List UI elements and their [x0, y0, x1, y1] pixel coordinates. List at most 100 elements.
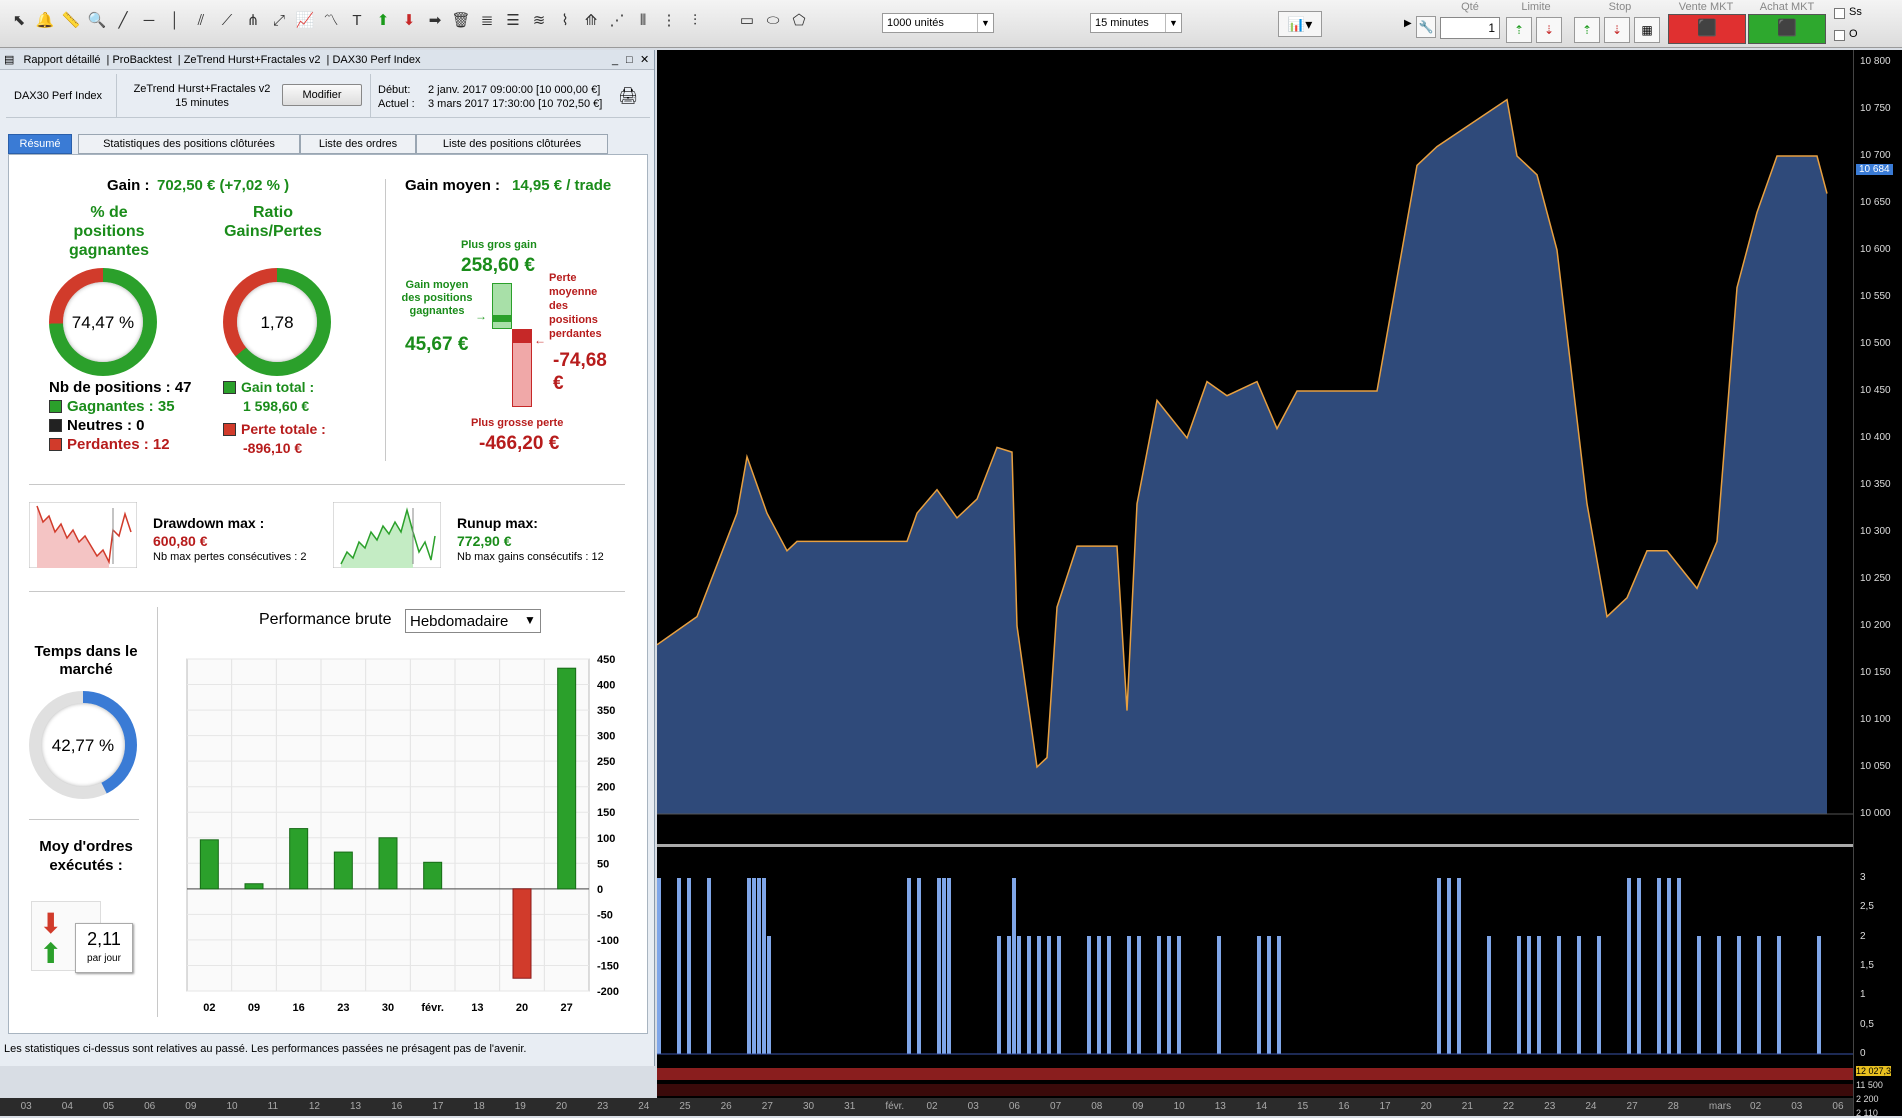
ellipse-tool-icon[interactable]: ⬭ [762, 10, 784, 32]
fan-tool-icon[interactable]: ⟋ [216, 10, 238, 32]
buy-limit-icon: ⇡ [1513, 23, 1525, 37]
cursor-icon[interactable]: ⬉ [8, 10, 30, 32]
units-select[interactable]: 1000 unités ▼ [882, 13, 994, 33]
order-panel-toggle-icon[interactable]: ▶ [1404, 18, 1412, 29]
indicator-bar [1537, 936, 1541, 1054]
tab-statistiques[interactable]: Statistiques des positions clôturées [78, 134, 300, 154]
trash-icon[interactable]: 🗑 [450, 10, 472, 32]
gann-icon[interactable]: ⟰ [580, 10, 602, 32]
backtest-report-panel: ▤ Rapport détaillé | ProBacktest | ZeTrend… [0, 50, 655, 1066]
fib-fan-icon[interactable]: ≋ [528, 10, 550, 32]
fib-time-icon[interactable]: ⋮ [658, 10, 680, 32]
plus-gros-gain-label: Plus gros gain [461, 239, 537, 251]
date-axis-label: 11 [267, 1101, 279, 1112]
modify-button[interactable]: Modifier [282, 84, 362, 106]
timeframe-select[interactable]: 15 minutes ▼ [1090, 13, 1182, 33]
qty-input[interactable]: 1 [1440, 17, 1500, 39]
tab-resume[interactable]: Résumé [8, 134, 72, 154]
price-axis-label: 10 750 [1860, 103, 1891, 114]
date-axis-label: 12 [308, 1101, 320, 1112]
right-arrow-icon[interactable]: ➡ [424, 10, 446, 32]
hline-tool-icon[interactable]: ─ [138, 10, 160, 32]
indicator-bar [1277, 936, 1281, 1054]
polygon-tool-icon[interactable]: ⬠ [788, 10, 810, 32]
perte-moyenne-value: -74,68 € [553, 350, 607, 394]
plus-gros-gain-value: 258,60 € [461, 255, 535, 276]
buy-limit-button[interactable]: ⇡ [1506, 17, 1532, 43]
perf-bar [244, 883, 264, 890]
fibonacci-icon[interactable]: ≣ [476, 10, 498, 32]
y-tick-label: 300 [597, 731, 615, 743]
sell-stop-button[interactable]: ⇣ [1604, 17, 1630, 43]
date-axis-label: 25 [679, 1101, 691, 1112]
loss-avg-marker [512, 329, 532, 343]
price-axis-label: 10 450 [1860, 385, 1891, 396]
ss-checkbox[interactable] [1834, 8, 1845, 19]
up-arrow-icon[interactable]: ⬆ [372, 10, 394, 32]
report-icon: ▤ [4, 54, 15, 66]
buy-mkt-button[interactable]: ⬛ [1748, 14, 1826, 44]
o-checkbox[interactable] [1834, 30, 1845, 41]
temps-label: Temps dans le marché [34, 643, 138, 678]
minimize-icon[interactable]: _ [612, 50, 618, 70]
loss-arrow-icon: ← [534, 333, 546, 347]
date-axis-label: 06 [1832, 1101, 1844, 1112]
y-tick-label: -100 [597, 935, 619, 947]
date-axis-label: 16 [1338, 1101, 1350, 1112]
line-tool-icon[interactable]: ╱ [112, 10, 134, 32]
neutres-item: Neutres : 0 [49, 417, 145, 434]
wrench-icon[interactable]: 🔧 [1416, 16, 1436, 38]
fib-retracement-icon[interactable]: ☰ [502, 10, 524, 32]
vline-tool-icon[interactable]: │ [164, 10, 186, 32]
close-icon[interactable]: ✕ [640, 50, 649, 70]
rectangle-tool-icon[interactable]: ▭ [736, 10, 758, 32]
divider [29, 819, 139, 820]
x-tick-label: 02 [203, 1002, 215, 1014]
tab-liste-positions[interactable]: Liste des positions clôturées [416, 134, 608, 154]
time-axis: 03 04 05 06 09 10 11 12 13 16 17 18 19 20 23 24 25 26 27 30… [0, 1098, 1853, 1116]
channel-tool-icon[interactable]: ⫽ [190, 10, 212, 32]
sell-limit-button[interactable]: ⇣ [1536, 17, 1562, 43]
printer-icon[interactable]: 🖨 [618, 86, 638, 106]
ratio-value: 1,78 [260, 313, 294, 332]
price-chart-area[interactable] [657, 50, 1853, 1116]
tab-liste-ordres[interactable]: Liste des ordres [300, 134, 416, 154]
fib-arc-icon[interactable]: ⌇ [554, 10, 576, 32]
price-axis-label: 10 300 [1860, 526, 1891, 537]
stop-options-button[interactable]: ▦ [1634, 17, 1660, 43]
indicator-bar [1447, 878, 1451, 1054]
down-arrow-icon: ⬇ [39, 908, 63, 939]
buy-stop-button[interactable]: ⇡ [1574, 17, 1600, 43]
y-tick-label: -200 [597, 986, 619, 998]
bell-icon[interactable]: 🔔 [34, 10, 56, 32]
header-instrument: DAX30 Perf Index [332, 54, 421, 66]
ruler-icon[interactable]: 📏 [60, 10, 82, 32]
price-axis-label: 10 050 [1860, 761, 1891, 772]
price-axis-label: 10 600 [1860, 244, 1891, 255]
timeframe-select-value: 15 minutes [1095, 17, 1149, 29]
chart-line-icon[interactable]: 📈 [294, 10, 316, 32]
maximize-icon[interactable]: □ [626, 50, 633, 70]
chart-type-button[interactable]: 📊▾ [1278, 11, 1322, 37]
panel-separator [657, 844, 1853, 847]
date-axis-label: 06 [144, 1101, 156, 1112]
moy-label: Moy d'ordres exécutés : [39, 838, 133, 874]
cycle-icon[interactable]: ⦀ [632, 10, 654, 32]
fib-ext-icon[interactable]: ⫶ [684, 10, 706, 32]
x-tick-label: 20 [516, 1002, 528, 1014]
divider [116, 74, 117, 118]
text-tool-icon[interactable]: T [346, 10, 368, 32]
pitchfork-tool-icon[interactable]: ⋔ [242, 10, 264, 32]
andrews-icon[interactable]: ⋰ [606, 10, 628, 32]
trend-tool-icon[interactable]: ⤢ [268, 10, 290, 32]
instrument-name: DAX30 Perf Index [14, 90, 103, 102]
perf-select[interactable]: Hebdomadaire ▼ [405, 609, 541, 633]
zoom-icon[interactable]: 🔍 [86, 10, 108, 32]
zigzag-icon[interactable]: 〽 [320, 10, 342, 32]
y-tick-label: -50 [597, 909, 613, 921]
indicator-bar [1757, 936, 1761, 1054]
indicator-bar [1517, 936, 1521, 1054]
sell-mkt-button[interactable]: ⬛ [1668, 14, 1746, 44]
gain-total-value: 1 598,60 € [243, 398, 310, 414]
down-arrow-icon[interactable]: ⬇ [398, 10, 420, 32]
